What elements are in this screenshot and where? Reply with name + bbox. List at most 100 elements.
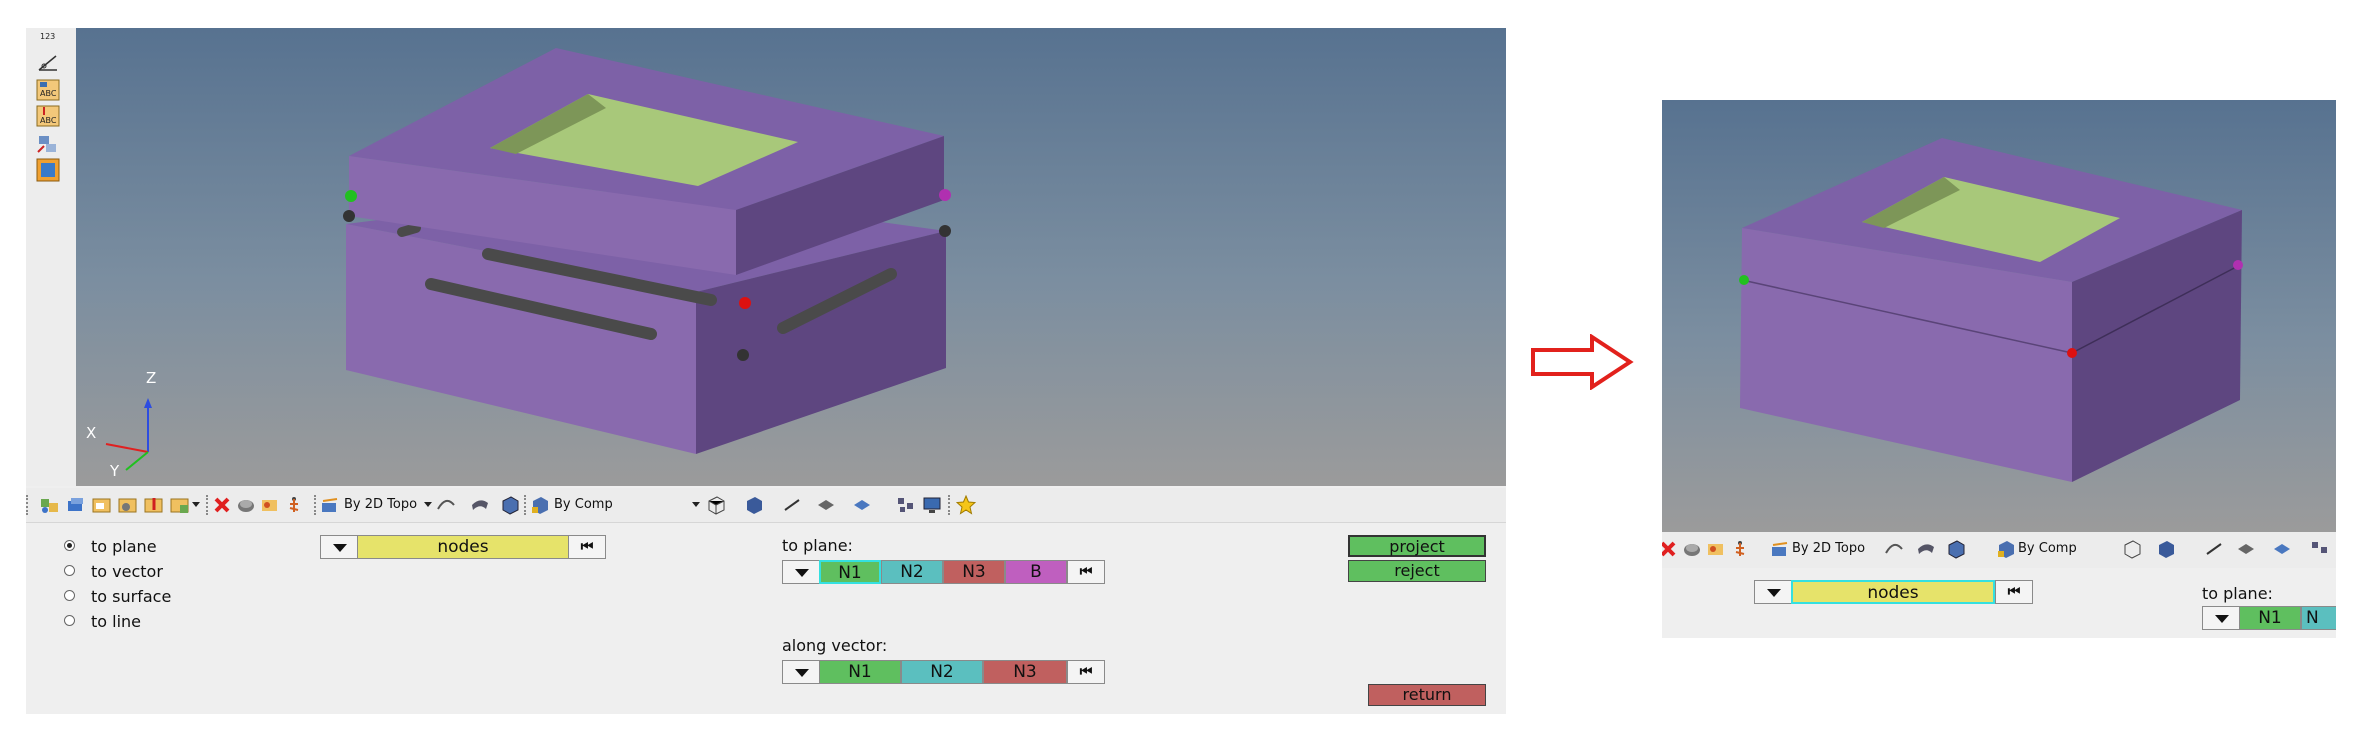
plane-n3[interactable]: N3	[943, 560, 1005, 584]
delete-icon[interactable]	[1662, 539, 1678, 559]
vector-selector-dropdown[interactable]	[782, 660, 820, 684]
wireframe-icon[interactable]	[2122, 539, 2142, 559]
delete-icon[interactable]	[212, 495, 232, 515]
toolbar-separator	[314, 495, 316, 515]
main-toolbar: By 2D Topo By Comp	[26, 488, 1506, 523]
line-icon[interactable]	[2204, 539, 2224, 559]
toolbar-grip[interactable]	[26, 495, 32, 515]
display-icon[interactable]	[2272, 539, 2292, 559]
solid-icon[interactable]	[500, 495, 520, 515]
svg-text:ABC: ABC	[40, 89, 57, 98]
select-topo-icon[interactable]	[320, 495, 340, 515]
curve-icon[interactable]	[436, 495, 456, 515]
surface-display-icon[interactable]	[36, 158, 60, 182]
result-window: By 2D Topo By Comp nodes ⏮ to plane: N1 …	[1662, 100, 2336, 638]
vector-n1[interactable]: N1	[819, 660, 901, 684]
radio-to-line[interactable]: to line	[64, 612, 141, 631]
result-node-n2[interactable]	[2067, 348, 2077, 358]
transform-icon[interactable]	[36, 132, 60, 156]
annotation-icon[interactable]: ABC	[36, 78, 60, 102]
radio-to-plane[interactable]: to plane	[64, 537, 157, 556]
node-point[interactable]	[343, 210, 355, 222]
result-arrow-icon	[1531, 334, 1634, 390]
faces-icon[interactable]	[1706, 539, 1726, 559]
radio-to-surface[interactable]: to surface	[64, 587, 171, 606]
return-button[interactable]: return	[1368, 684, 1486, 706]
comp-dropdown-arrow[interactable]	[692, 502, 700, 507]
line-icon[interactable]	[782, 495, 802, 515]
node-n3[interactable]	[939, 189, 951, 201]
select-topo-icon[interactable]	[1770, 539, 1790, 559]
node-n1[interactable]	[345, 190, 357, 202]
favorite-icon[interactable]	[956, 495, 976, 515]
radio-button[interactable]	[64, 590, 75, 601]
plane-base[interactable]: B	[1005, 560, 1067, 584]
plane-reset-button[interactable]: ⏮	[1067, 560, 1105, 584]
curve-icon[interactable]	[1884, 539, 1904, 559]
surface-icon[interactable]	[470, 495, 490, 515]
plane-n1[interactable]: N1	[819, 560, 881, 584]
load-collector-icon[interactable]	[118, 495, 138, 515]
component-icon[interactable]	[66, 495, 86, 515]
plane-n2[interactable]: N	[2301, 606, 2336, 630]
nodes-reset-button[interactable]: ⏮	[568, 535, 606, 559]
topo-dropdown-arrow[interactable]	[424, 502, 432, 507]
by-comp-label[interactable]: By Comp	[554, 497, 613, 512]
wireframe-icon[interactable]	[706, 495, 726, 515]
by-2d-topo-label[interactable]: By 2D Topo	[344, 497, 417, 512]
nodes-selector[interactable]: nodes	[1791, 580, 1995, 604]
folder-icon[interactable]	[92, 495, 112, 515]
spread-icon[interactable]	[896, 495, 916, 515]
solid-icon[interactable]	[1946, 539, 1966, 559]
faces-icon[interactable]	[260, 495, 280, 515]
plane-selector-dropdown[interactable]	[782, 560, 820, 584]
surface-icon[interactable]	[1916, 539, 1936, 559]
spread-icon[interactable]	[2310, 539, 2330, 559]
label-icon[interactable]: ABC	[36, 104, 60, 128]
by-comp-icon[interactable]	[530, 495, 550, 515]
by-2d-topo-label[interactable]: By 2D Topo	[1792, 541, 1865, 556]
elements-icon[interactable]	[1730, 539, 1750, 559]
plane-n2[interactable]: N2	[881, 560, 943, 584]
project-button[interactable]: project	[1348, 535, 1486, 557]
nodes-reset-button[interactable]: ⏮	[1995, 580, 2033, 604]
vector-n2[interactable]: N2	[901, 660, 983, 684]
result-viewport[interactable]	[1662, 100, 2336, 532]
radio-button[interactable]	[64, 565, 75, 576]
result-node-n1[interactable]	[1739, 275, 1749, 285]
by-comp-icon[interactable]	[1996, 539, 2016, 559]
node-point[interactable]	[939, 225, 951, 237]
nodes-selector-dropdown[interactable]	[1754, 580, 1792, 604]
along-vector-label: along vector:	[782, 636, 888, 655]
node-point[interactable]	[737, 349, 749, 361]
plane-n1[interactable]: N1	[2239, 606, 2301, 630]
node-n2[interactable]	[739, 297, 751, 309]
plane-icon[interactable]	[816, 495, 836, 515]
mask-icon[interactable]	[236, 495, 256, 515]
shaded-icon[interactable]	[2156, 539, 2176, 559]
reject-button[interactable]: reject	[1348, 560, 1486, 582]
radio-button[interactable]	[64, 540, 75, 551]
result-node-n3[interactable]	[2233, 260, 2243, 270]
display-icon[interactable]	[852, 495, 872, 515]
plane-selector-dropdown[interactable]	[2202, 606, 2240, 630]
shaded-icon[interactable]	[744, 495, 764, 515]
radio-to-vector[interactable]: to vector	[64, 562, 163, 581]
export-icon[interactable]	[144, 495, 164, 515]
mask-icon[interactable]	[1682, 539, 1702, 559]
import-dropdown-arrow[interactable]	[192, 502, 200, 507]
nodes-selector[interactable]: nodes	[357, 535, 569, 559]
elements-icon[interactable]	[284, 495, 304, 515]
import-icon[interactable]	[170, 495, 190, 515]
axis-y-label: Y	[109, 462, 120, 480]
screen-icon[interactable]	[922, 495, 942, 515]
measure-icon[interactable]	[36, 50, 60, 74]
graphics-viewport[interactable]: Z X Y	[76, 28, 1506, 486]
radio-button[interactable]	[64, 615, 75, 626]
assembly-icon[interactable]	[40, 495, 60, 515]
plane-icon[interactable]	[2236, 539, 2256, 559]
by-comp-label[interactable]: By Comp	[2018, 541, 2077, 556]
vector-n3[interactable]: N3	[983, 660, 1067, 684]
nodes-selector-dropdown[interactable]	[320, 535, 358, 559]
vector-reset-button[interactable]: ⏮	[1067, 660, 1105, 684]
